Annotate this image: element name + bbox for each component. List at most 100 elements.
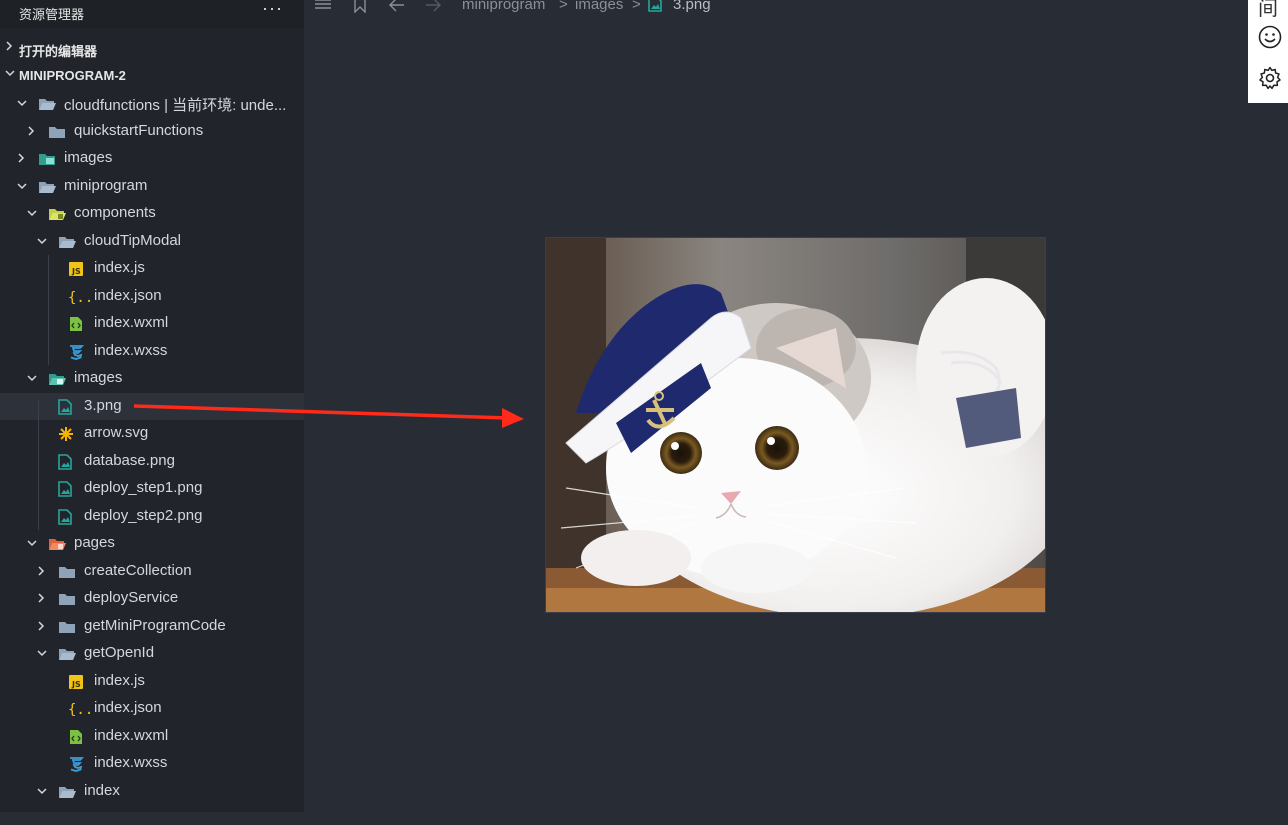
chevron-down-icon (4, 66, 16, 83)
tree-item[interactable]: cloudfunctions | 当前环境: unde... (0, 90, 304, 117)
tree-item-label: getOpenId (84, 644, 155, 661)
tree-item[interactable]: 3.png (0, 393, 304, 420)
folder-open-icon (38, 179, 56, 195)
open-editors-label: 打开的编辑器 (19, 44, 98, 59)
chevron-down-icon[interactable] (26, 371, 38, 389)
breadcrumb-miniprogram[interactable]: miniprogram (462, 0, 545, 13)
chevron-right-icon[interactable] (36, 591, 46, 609)
folder-icon (58, 619, 75, 635)
css-file-icon (68, 756, 85, 772)
tree-item-label: index.json (94, 699, 162, 716)
tree-item[interactable]: database.png (0, 448, 304, 475)
tree-item-label: cloudfunctions | 当前环境: unde... (64, 97, 287, 114)
wxml-file-icon (68, 729, 84, 745)
tree-item-label: cloudTipModal (84, 232, 181, 249)
folder-open-icon (58, 784, 76, 800)
image-file-icon (648, 0, 662, 16)
tree-item[interactable]: {..} index.json (0, 283, 304, 310)
project-label: MINIPROGRAM-2 (19, 68, 126, 83)
tree-item-label: index (84, 782, 120, 799)
image-file-icon (58, 399, 74, 415)
breadcrumb-3png[interactable]: 3.png (673, 0, 711, 13)
tree-item[interactable]: getOpenId (0, 640, 304, 667)
folder-icon (58, 564, 75, 580)
tree-item[interactable]: createCollection (0, 558, 304, 585)
chevron-right-icon[interactable] (36, 564, 46, 582)
images-folder-open-icon (48, 371, 66, 387)
back-arrow-icon[interactable] (388, 0, 406, 17)
js-file-icon: JS (68, 261, 84, 277)
tree-item-label: index.js (94, 259, 145, 276)
tree-item-label: database.png (84, 452, 175, 469)
json-file-icon: {..} (68, 701, 102, 718)
tree-item-label: index.wxml (94, 727, 169, 744)
chevron-down-icon[interactable] (26, 206, 38, 224)
tree-item[interactable]: deploy_step2.png (0, 503, 304, 530)
svg-text:JS: JS (71, 267, 81, 276)
tree-item[interactable]: JS index.js (0, 668, 304, 695)
chevron-down-icon[interactable] (36, 646, 48, 664)
tree-item-label: miniprogram (64, 177, 148, 194)
chevron-right-icon[interactable] (16, 151, 26, 169)
js-file-icon: JS (68, 674, 84, 690)
image-preview (545, 237, 1046, 613)
bookmark-icon[interactable] (352, 0, 368, 17)
tree-item-label: 3.png (84, 397, 122, 414)
toolbar-glyph[interactable]: 间 (1258, 0, 1278, 21)
indent-guide (48, 255, 49, 365)
project-section[interactable]: MINIPROGRAM-2 (0, 62, 304, 88)
images-folder-icon (38, 151, 55, 167)
explorer-sidebar: 资源管理器 ··· 打开的编辑器 MINIPROGRAM-2 cloudfunc… (0, 0, 304, 812)
editor-topbar: miniprogram > images > 3.png (304, 0, 1248, 18)
folder-icon (58, 591, 75, 607)
breadcrumb-separator: > (632, 0, 641, 13)
chevron-right-icon[interactable] (26, 124, 36, 142)
tree-item[interactable]: deployService (0, 585, 304, 612)
tree-item-label: arrow.svg (84, 424, 149, 441)
tree-item[interactable]: index.wxss (0, 750, 304, 777)
tree-item-label: deploy_step1.png (84, 479, 203, 496)
tree-item[interactable]: deploy_step1.png (0, 475, 304, 502)
breadcrumb-images[interactable]: images (575, 0, 623, 13)
tree-item-label: images (74, 369, 123, 386)
tree-item[interactable]: images (0, 365, 304, 392)
chevron-down-icon[interactable] (16, 96, 28, 114)
chevron-down-icon[interactable] (16, 179, 28, 197)
tree-item[interactable]: quickstartFunctions (0, 118, 304, 145)
chevron-right-icon (4, 39, 14, 56)
open-editors-section[interactable]: 打开的编辑器 (0, 35, 304, 61)
tree-item-label: deployService (84, 589, 179, 606)
tree-item[interactable]: arrow.svg (0, 420, 304, 447)
forward-arrow-icon[interactable] (424, 0, 442, 17)
tree-item[interactable]: JS index.js (0, 255, 304, 282)
chevron-down-icon[interactable] (36, 234, 48, 252)
tree-item[interactable]: getMiniProgramCode (0, 613, 304, 640)
tree-item-label: images (64, 149, 113, 166)
tree-item[interactable]: components (0, 200, 304, 227)
gear-icon[interactable] (1258, 66, 1282, 94)
tree-item[interactable]: index.wxml (0, 310, 304, 337)
tree-item[interactable]: cloudTipModal (0, 228, 304, 255)
tree-item-label: getMiniProgramCode (84, 617, 226, 634)
indent-guide (38, 400, 39, 530)
tree-item-label: quickstartFunctions (74, 122, 204, 139)
image-file-icon (58, 509, 74, 525)
svg-file-icon (58, 426, 74, 442)
more-actions-button[interactable]: ··· (262, 0, 283, 19)
tree-item[interactable]: miniprogram (0, 173, 304, 200)
tree-item-label: createCollection (84, 562, 192, 579)
list-icon[interactable] (314, 0, 332, 15)
chevron-down-icon[interactable] (26, 536, 38, 554)
tree-item[interactable]: index (0, 778, 304, 805)
smiley-icon[interactable] (1258, 25, 1282, 53)
tree-item[interactable]: images (0, 145, 304, 172)
tree-item[interactable]: pages (0, 530, 304, 557)
chevron-down-icon[interactable] (36, 784, 48, 802)
tree-item-label: pages (74, 534, 115, 551)
tree-item[interactable]: index.wxss (0, 338, 304, 365)
chevron-right-icon[interactable] (36, 619, 46, 637)
tree-item[interactable]: {..} index.json (0, 695, 304, 722)
css-file-icon (68, 344, 85, 360)
wxml-file-icon (68, 316, 84, 332)
tree-item[interactable]: index.wxml (0, 723, 304, 750)
